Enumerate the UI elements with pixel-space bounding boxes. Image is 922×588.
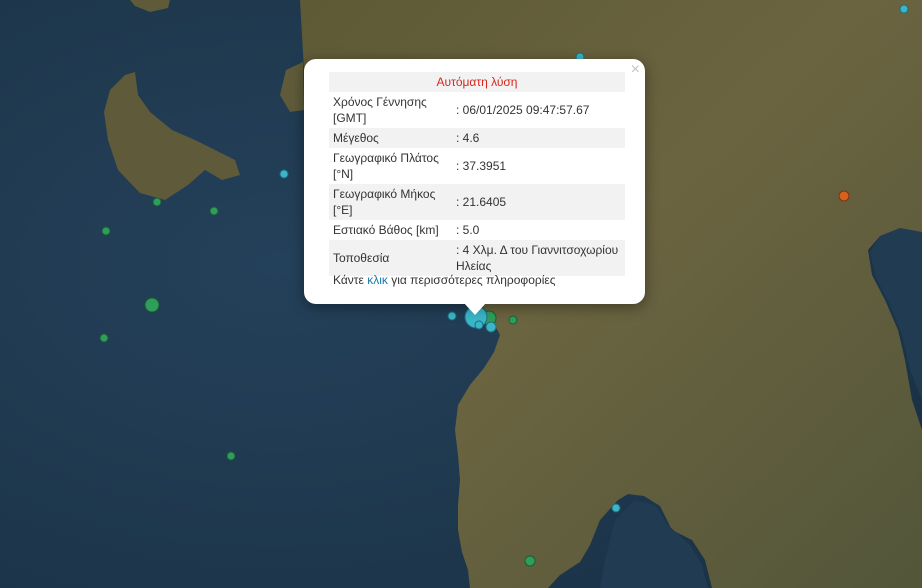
quake-marker[interactable]	[144, 297, 160, 313]
quake-marker[interactable]	[899, 4, 909, 14]
table-row: Τοποθεσία : 4 Χλμ. Δ του Γιαννιτσοχωρίου…	[329, 240, 625, 276]
quake-marker[interactable]	[485, 321, 497, 333]
close-icon[interactable]: ×	[631, 61, 640, 79]
more-prefix: Κάντε	[333, 273, 368, 287]
quake-info-table: Αυτόματη λύση Χρόνος Γέννησης [GMT] : 06…	[329, 72, 625, 276]
row-value: : 37.3951	[456, 159, 507, 173]
table-row: Χρόνος Γέννησης [GMT] : 06/01/2025 09:47…	[329, 92, 625, 128]
quake-marker[interactable]	[524, 555, 536, 567]
quake-marker[interactable]	[99, 333, 109, 343]
more-info-link[interactable]: κλικ	[367, 273, 388, 287]
quake-marker[interactable]	[209, 206, 219, 216]
row-label: Γεωγραφικό Μήκος [°E]	[329, 184, 452, 220]
popup-tip	[464, 303, 486, 315]
table-row: Εστιακό Βάθος [km] : 5.0	[329, 220, 625, 240]
quake-marker-orange[interactable]	[838, 190, 850, 202]
table-row: Γεωγραφικό Πλάτος [°N] : 37.3951	[329, 148, 625, 184]
quake-marker[interactable]	[279, 169, 289, 179]
quake-info-popup: × Αυτόματη λύση Χρόνος Γέννησης [GMT] : …	[304, 59, 645, 304]
row-label: Γεωγραφικό Πλάτος [°N]	[333, 151, 439, 181]
popup-heading: Αυτόματη λύση	[329, 72, 625, 92]
quake-marker[interactable]	[101, 226, 111, 236]
more-info-line: Κάντε κλικ για περισσότερες πληροφορίες	[333, 273, 556, 287]
row-value: : 21.6405	[452, 184, 625, 220]
quake-marker[interactable]	[447, 311, 457, 321]
row-label: Χρόνος Γέννησης [GMT]	[333, 95, 427, 125]
quake-marker[interactable]	[474, 320, 484, 330]
row-value: : 4.6	[452, 128, 625, 148]
row-label: Μέγεθος	[329, 128, 452, 148]
row-label: Τοποθεσία	[329, 240, 452, 276]
quake-marker[interactable]	[226, 451, 236, 461]
quake-marker[interactable]	[508, 315, 518, 325]
row-label: Εστιακό Βάθος [km]	[333, 223, 439, 237]
table-row: Γεωγραφικό Μήκος [°E] : 21.6405	[329, 184, 625, 220]
row-value: : 5.0	[456, 223, 480, 237]
row-value: : 4 Χλμ. Δ του Γιαννιτσοχωρίου Ηλείας	[452, 240, 625, 276]
quake-marker[interactable]	[152, 197, 162, 207]
row-value: : 06/01/2025 09:47:57.67	[456, 103, 590, 117]
quake-marker[interactable]	[611, 503, 621, 513]
more-suffix: για περισσότερες πληροφορίες	[387, 273, 556, 287]
table-row: Μέγεθος : 4.6	[329, 128, 625, 148]
